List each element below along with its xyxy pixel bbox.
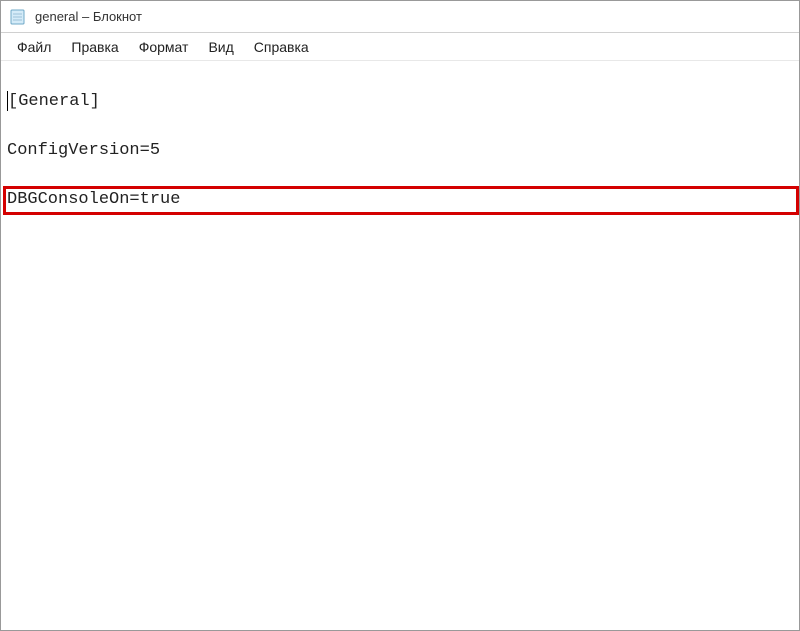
editor-text: [General] (8, 92, 100, 111)
menu-edit[interactable]: Правка (61, 35, 128, 59)
editor-line: ConfigVersion=5 (7, 139, 793, 164)
editor-line: DBGConsoleOn=true (7, 188, 793, 213)
titlebar: general – Блокнот (1, 1, 799, 33)
text-editor[interactable]: [General] ConfigVersion=5 DBGConsoleOn=t… (1, 61, 799, 630)
window-title: general – Блокнот (35, 9, 142, 24)
notepad-icon (9, 8, 27, 26)
menu-help[interactable]: Справка (244, 35, 319, 59)
menu-format[interactable]: Формат (129, 35, 199, 59)
menu-view[interactable]: Вид (198, 35, 243, 59)
editor-line: [General] (7, 90, 793, 115)
menubar: Файл Правка Формат Вид Справка (1, 33, 799, 61)
menu-file[interactable]: Файл (7, 35, 61, 59)
